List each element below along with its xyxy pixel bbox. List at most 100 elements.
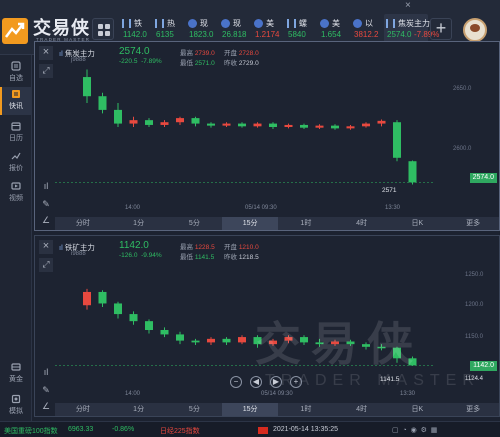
candle (393, 120, 401, 162)
status-index-value: 6963.33 (68, 426, 94, 433)
sidebar-item-video[interactable]: 视频 (0, 179, 32, 207)
candle (160, 327, 169, 338)
sidebar-item-label: 模拟 (9, 408, 23, 415)
timeframe-tab[interactable]: 1分 (111, 403, 167, 416)
timeframe-tab[interactable]: 4时 (334, 217, 390, 230)
avatar[interactable] (463, 18, 487, 42)
timeframe-tab[interactable]: 15分 (222, 403, 278, 416)
ticker-close-icon[interactable]: × (405, 0, 411, 11)
ticker-name: 以 (365, 19, 373, 28)
ticker-item[interactable]: 现 1823.0 (186, 14, 219, 44)
sidebar-item-quotes[interactable]: 报价 (0, 149, 32, 177)
timeframe-tab[interactable]: 1时 (278, 217, 334, 230)
add-ticker-button[interactable]: + (430, 18, 452, 40)
sidebar-item-watchlist[interactable]: 自选 (0, 59, 32, 87)
timeframe-tab[interactable]: 分时 (55, 403, 111, 416)
candle (207, 337, 215, 346)
ticker-item[interactable]: 热 6135 (153, 14, 186, 44)
chart-line-icon (11, 152, 21, 160)
expand-icon[interactable]: ⤢ (39, 258, 53, 272)
timeframe-tab[interactable]: 分时 (55, 217, 111, 230)
sidebar-item-simulate[interactable]: 模拟 (0, 392, 32, 420)
candle (346, 124, 355, 130)
coin-icon (188, 19, 197, 28)
timeframe-tab[interactable]: 1分 (111, 217, 167, 230)
sidebar-item-label: 日历 (9, 135, 23, 142)
sidebar-item-label: 报价 (9, 165, 23, 172)
indicator-icon[interactable]: ıl (39, 366, 53, 380)
ticker-item[interactable]: 螺 5840 (285, 14, 318, 44)
timeframe-bar: 分时 1分 5分 15分 1时 4时 日K 更多 (55, 403, 499, 416)
y-tick: 1150.0 (465, 334, 483, 340)
timeframe-tab[interactable]: 1时 (278, 403, 334, 416)
chart-panel-coke[interactable]: × ⤢ ıl ✎ ∠ ıl 焦炭主力 j9888 2574.0 -220.5 -… (34, 41, 500, 231)
status-icons[interactable]: ▢ ◔ ◉ ⚙ ▦ (392, 426, 437, 434)
ticker-item[interactable]: 铁 1142.0 (120, 14, 153, 44)
candle (145, 118, 153, 127)
timeframe-tab[interactable]: 更多 (445, 403, 500, 416)
ticker-item[interactable]: 现 26.818 (219, 14, 252, 44)
y-tick: 1250.0 (465, 272, 484, 278)
candle (300, 123, 308, 130)
timeframe-tab[interactable]: 日K (390, 217, 446, 230)
ticker-item[interactable]: 焦炭主力 2574.0 -7.89% (384, 14, 439, 44)
coin-icon (221, 19, 230, 28)
price-tag: 2574.0 (469, 173, 497, 183)
time-label: 14:00 (125, 391, 141, 397)
candle (129, 116, 138, 127)
indicator-icon[interactable]: ıl (39, 180, 53, 194)
candle (176, 116, 184, 125)
scroll-left-button[interactable]: ◀ (250, 376, 262, 388)
candle (284, 123, 293, 129)
scroll-right-button[interactable]: ▶ (270, 376, 282, 388)
status-datetime: 2021-05-14 13:35:25 (273, 426, 338, 433)
timeframe-bar: 分时 1分 5分 15分 1时 4时 日K 更多 (55, 217, 499, 230)
sidebar-item-news[interactable]: 快讯 (0, 87, 32, 115)
expand-icon[interactable]: ⤢ (39, 64, 53, 78)
timeframe-tab[interactable]: 5分 (167, 217, 223, 230)
time-label: 13:30 (385, 205, 401, 211)
line-tool-icon[interactable]: ∠ (39, 214, 53, 228)
status-index-change: -0.86% (112, 426, 135, 433)
time-label: 05/14 09:30 (245, 205, 277, 211)
timeframe-tab[interactable]: 更多 (445, 217, 500, 230)
ticker-value: 1823.0 (189, 30, 214, 39)
sidebar-item-calendar[interactable]: 日历 (0, 119, 32, 147)
candle (253, 122, 262, 128)
candle (408, 160, 417, 185)
timeframe-tab[interactable]: 5分 (167, 403, 223, 416)
status-index-name: 日经225指数 (160, 428, 200, 435)
grid-menu-button[interactable] (92, 18, 114, 40)
sidebar-item-label: 黄金 (9, 376, 23, 383)
candle (114, 103, 122, 127)
zoom-in-button[interactable]: + (290, 376, 302, 388)
ticker-item[interactable]: 美 1.2174 (252, 14, 285, 44)
candle (98, 92, 107, 114)
timeframe-tab[interactable]: 日K (390, 403, 446, 416)
candle (362, 122, 370, 128)
ticker-value: 1142.0 (123, 30, 147, 39)
timeframe-tab[interactable]: 15分 (222, 217, 278, 230)
ticker-name: 美 (332, 19, 340, 28)
draw-tool-icon[interactable]: ✎ (39, 198, 53, 212)
ticker-item[interactable]: 以 3812.2 (351, 14, 384, 44)
timeframe-tab[interactable]: 4时 (334, 403, 390, 416)
candle (222, 122, 231, 127)
candle (269, 122, 277, 130)
ticker-item[interactable]: 美 1.654 (318, 14, 351, 44)
zoom-out-button[interactable]: − (230, 376, 242, 388)
sidebar: 自选 快讯 日历 报价 视频 黄金 模拟 (0, 55, 32, 437)
panel-close-icon[interactable]: × (39, 240, 53, 254)
panel-close-icon[interactable]: × (39, 46, 53, 60)
draw-tool-icon[interactable]: ✎ (39, 384, 53, 398)
line-tool-icon[interactable]: ∠ (39, 400, 53, 414)
candle (83, 288, 91, 310)
status-index-name: 美国重磅100指数 (4, 428, 58, 435)
candle-icon (287, 19, 296, 28)
sidebar-item-gold[interactable]: 黄金 (0, 360, 32, 388)
y-tick: 2650.0 (453, 86, 472, 92)
gold-icon (11, 363, 21, 371)
low-marker: 2571 (381, 187, 398, 194)
candle (145, 319, 153, 334)
candle (98, 290, 107, 307)
